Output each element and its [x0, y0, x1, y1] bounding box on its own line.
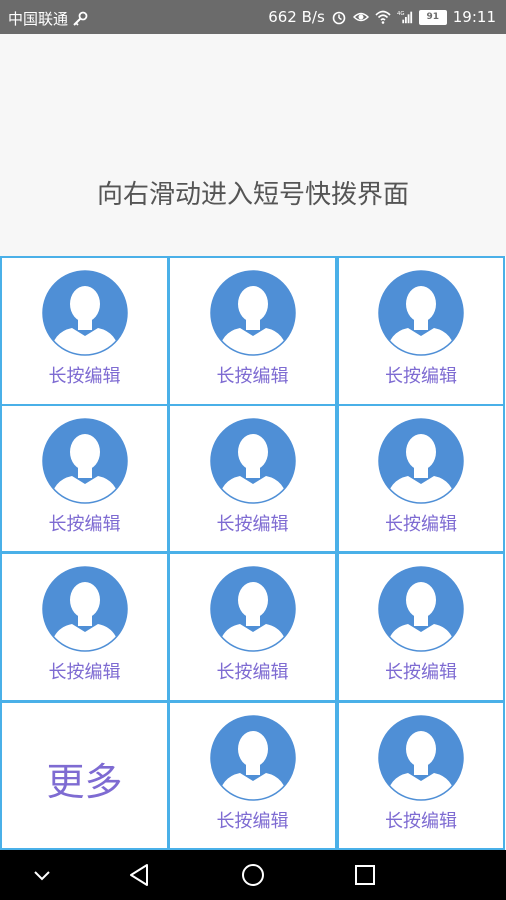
speed-dial-slot[interactable]: 长按编辑 — [0, 256, 169, 406]
avatar-placeholder-icon — [378, 417, 464, 504]
speed-dial-slot[interactable]: 长按编辑 — [337, 256, 505, 406]
svg-text:4G: 4G — [397, 11, 405, 17]
avatar-placeholder-icon — [41, 417, 128, 504]
recents-icon[interactable] — [350, 860, 380, 890]
avatar-placeholder-icon — [378, 566, 464, 652]
slot-label: 长按编辑 — [216, 810, 289, 832]
slot-label: 长按编辑 — [385, 662, 457, 683]
slot-label: 长按编辑 — [385, 513, 457, 535]
slot-label: 长按编辑 — [385, 366, 457, 387]
wifi-icon — [375, 10, 391, 24]
battery-icon: 91 — [418, 9, 447, 25]
avatar-placeholder-icon — [41, 270, 128, 356]
chevron-down-icon[interactable] — [27, 860, 57, 890]
avatar-placeholder-icon — [378, 270, 464, 356]
slot-label: 长按编辑 — [48, 513, 121, 535]
speed-dial-slot[interactable]: 长按编辑 — [0, 403, 169, 553]
avatar-placeholder-icon — [209, 714, 296, 801]
avatar-placeholder-icon — [378, 714, 464, 801]
home-icon[interactable] — [238, 860, 268, 890]
speed-dial-grid: 长按编辑 长按编辑 长按编辑 长按编辑 长按编辑 长按编辑 长按编辑 长按编辑 长按编辑 更多 长按… — [0, 256, 506, 850]
signal-icon: 4G — [397, 11, 412, 24]
key-icon — [73, 11, 88, 26]
swipe-hint-text: 向右滑动进入短号快拨界面 — [96, 180, 409, 210]
avatar-placeholder-icon — [209, 270, 296, 356]
back-icon[interactable] — [125, 860, 155, 890]
avatar-placeholder-icon — [209, 566, 296, 652]
clock: 19:11 — [452, 8, 496, 26]
swipe-hint-area[interactable]: 向右滑动进入短号快拨界面 — [0, 34, 506, 256]
speed-dial-slot[interactable]: 长按编辑 — [337, 700, 505, 850]
more-label: 更多 — [46, 759, 123, 804]
speed-dial-slot[interactable]: 长按编辑 — [168, 552, 337, 702]
avatar-placeholder-icon — [209, 417, 296, 504]
carrier-name: 中国联通 — [8, 10, 69, 28]
slot-label: 长按编辑 — [48, 662, 121, 683]
navigation-bar — [0, 850, 506, 900]
speed-dial-slot[interactable]: 长按编辑 — [0, 552, 169, 702]
speed-dial-slot[interactable]: 长按编辑 — [337, 552, 505, 702]
slot-label: 长按编辑 — [216, 662, 289, 683]
speed-dial-slot[interactable]: 长按编辑 — [337, 403, 505, 553]
net-speed: 662 B/s — [268, 8, 325, 26]
speed-dial-slot[interactable]: 长按编辑 — [168, 700, 337, 850]
alarm-icon — [332, 11, 346, 25]
eye-icon — [352, 12, 369, 22]
more-button[interactable]: 更多 — [0, 700, 169, 850]
speed-dial-slot[interactable]: 长按编辑 — [168, 403, 337, 553]
slot-label: 长按编辑 — [48, 366, 121, 387]
slot-label: 长按编辑 — [216, 366, 289, 387]
slot-label: 长按编辑 — [385, 810, 457, 832]
slot-label: 长按编辑 — [216, 513, 289, 535]
avatar-placeholder-icon — [41, 566, 128, 652]
speed-dial-slot[interactable]: 长按编辑 — [168, 256, 337, 406]
battery-level: 91 — [426, 12, 440, 22]
status-bar: 中国联通 662 B/s 4G 91 19:11 — [0, 0, 506, 34]
